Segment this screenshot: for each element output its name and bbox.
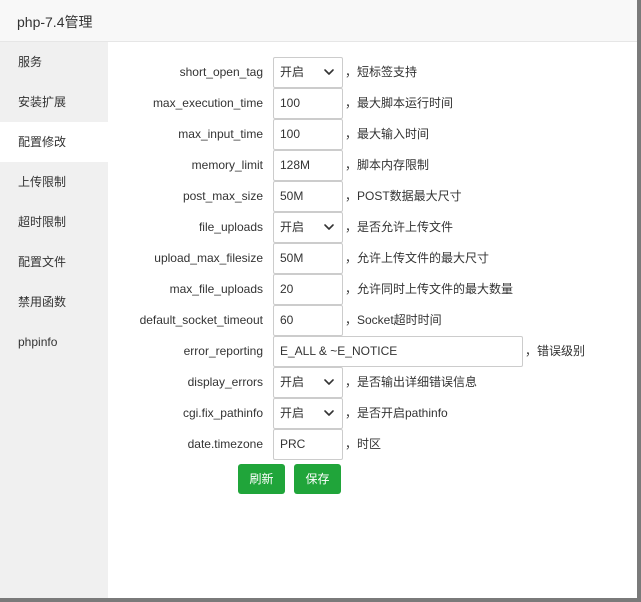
- setting-input[interactable]: 100: [273, 119, 343, 150]
- setting-description: ，POST数据最大尺寸: [345, 189, 462, 203]
- sidebar: 服务 安装扩展 配置修改 上传限制 超时限制 配置文件 禁用函数 phpinfo: [0, 42, 108, 598]
- setting-row-cgi-fix-pathinfo: cgi.fix_pathinfo 开启 ，是否开启pathinfo: [108, 398, 637, 429]
- setting-label: file_uploads: [198, 220, 263, 234]
- dialog-title: php-7.4管理: [17, 14, 93, 30]
- setting-label: post_max_size: [182, 189, 263, 203]
- setting-label: max_file_uploads: [169, 282, 263, 296]
- setting-row-default-socket-timeout: default_socket_timeout 60 ，Socket超时时间: [108, 305, 637, 336]
- setting-value: 100: [280, 127, 301, 141]
- setting-label: error_reporting: [183, 344, 263, 358]
- save-button[interactable]: 保存: [294, 464, 341, 494]
- setting-input[interactable]: 100: [273, 88, 343, 119]
- setting-value: 100: [280, 96, 301, 110]
- setting-label: default_socket_timeout: [139, 313, 263, 327]
- php-settings-dialog: php-7.4管理 服务 安装扩展 配置修改 上传限制 超时限制 配置文件 禁用…: [0, 0, 637, 598]
- setting-label: max_execution_time: [152, 96, 263, 110]
- setting-input[interactable]: 128M: [273, 150, 343, 181]
- setting-row-display-errors: display_errors 开启 ，是否输出详细错误信息: [108, 367, 637, 398]
- setting-row-memory-limit: memory_limit 128M ，脚本内存限制: [108, 150, 637, 181]
- chevron-down-icon: [324, 69, 334, 75]
- setting-description: ，时区: [345, 437, 382, 451]
- setting-value: 128M: [280, 158, 311, 172]
- setting-row-error-reporting: error_reporting E_ALL & ~E_NOTICE ，错误级别: [108, 336, 637, 367]
- setting-description: ，最大脚本运行时间: [345, 96, 454, 110]
- setting-row-short-open-tag: short_open_tag 开启 ，短标签支持: [108, 57, 637, 88]
- setting-description: ，是否开启pathinfo: [345, 406, 448, 420]
- setting-value: PRC: [280, 437, 306, 451]
- setting-row-max-input-time: max_input_time 100 ，最大输入时间: [108, 119, 637, 150]
- sidebar-item-disabled-functions[interactable]: 禁用函数: [0, 282, 108, 322]
- setting-label: upload_max_filesize: [154, 251, 263, 265]
- sidebar-item-install-extensions[interactable]: 安装扩展: [0, 82, 108, 122]
- setting-label: cgi.fix_pathinfo: [182, 406, 263, 420]
- sidebar-item-timeout-limit[interactable]: 超时限制: [0, 202, 108, 242]
- chevron-down-icon: [324, 410, 334, 416]
- setting-row-max-file-uploads: max_file_uploads 20 ，允许同时上传文件的最大数量: [108, 274, 637, 305]
- setting-value: 开启: [280, 375, 305, 389]
- setting-value: 开启: [280, 220, 305, 234]
- sidebar-item-config-file[interactable]: 配置文件: [0, 242, 108, 282]
- setting-description: ，最大输入时间: [345, 127, 430, 141]
- setting-value: 50M: [280, 251, 304, 265]
- chevron-down-icon: [324, 379, 334, 385]
- setting-label: max_input_time: [178, 127, 263, 141]
- setting-row-upload-max-filesize: upload_max_filesize 50M ，允许上传文件的最大尺寸: [108, 243, 637, 274]
- setting-label: date.timezone: [187, 437, 263, 451]
- setting-label: display_errors: [187, 375, 263, 389]
- setting-value: 50M: [280, 189, 304, 203]
- setting-value: 开启: [280, 65, 305, 79]
- setting-description: ，允许上传文件的最大尺寸: [345, 251, 490, 265]
- dialog-shadow-bottom: [0, 598, 641, 602]
- refresh-button[interactable]: 刷新: [238, 464, 285, 494]
- setting-description: ，错误级别: [525, 344, 586, 358]
- title-bar[interactable]: php-7.4管理: [0, 0, 637, 42]
- sidebar-item-upload-limit[interactable]: 上传限制: [0, 162, 108, 202]
- setting-value: E_ALL & ~E_NOTICE: [280, 344, 398, 358]
- setting-description: ，允许同时上传文件的最大数量: [345, 282, 514, 296]
- setting-label: memory_limit: [191, 158, 263, 172]
- setting-row-file-uploads: file_uploads 开启 ，是否允许上传文件: [108, 212, 637, 243]
- setting-input[interactable]: PRC: [273, 429, 343, 460]
- setting-input[interactable]: 50M: [273, 243, 343, 274]
- setting-select[interactable]: 开启: [273, 212, 343, 243]
- setting-row-post-max-size: post_max_size 50M ，POST数据最大尺寸: [108, 181, 637, 212]
- setting-description: ，脚本内存限制: [345, 158, 430, 172]
- setting-row-max-execution-time: max_execution_time 100 ，最大脚本运行时间: [108, 88, 637, 119]
- setting-description: ，是否输出详细错误信息: [345, 375, 478, 389]
- setting-description: ，是否允许上传文件: [345, 220, 454, 234]
- sidebar-item-phpinfo[interactable]: phpinfo: [0, 322, 108, 362]
- setting-value: 开启: [280, 406, 305, 420]
- setting-select[interactable]: 开启: [273, 367, 343, 398]
- setting-input[interactable]: 60: [273, 305, 343, 336]
- setting-input[interactable]: 50M: [273, 181, 343, 212]
- setting-input[interactable]: E_ALL & ~E_NOTICE: [273, 336, 523, 367]
- setting-value: 60: [280, 313, 294, 327]
- setting-description: ，短标签支持: [345, 65, 418, 79]
- setting-input[interactable]: 20: [273, 274, 343, 305]
- setting-row-date-timezone: date.timezone PRC ，时区: [108, 429, 637, 460]
- setting-description: ，Socket超时时间: [345, 313, 442, 327]
- setting-select[interactable]: 开启: [273, 398, 343, 429]
- sidebar-item-service[interactable]: 服务: [0, 42, 108, 82]
- setting-label: short_open_tag: [179, 65, 263, 79]
- settings-panel: short_open_tag 开启 ，短标签支持 max_execution_time…: [108, 42, 637, 598]
- dialog-shadow-right: [637, 0, 641, 602]
- setting-select[interactable]: 开启: [273, 57, 343, 88]
- sidebar-item-config-edit[interactable]: 配置修改: [0, 122, 108, 162]
- setting-value: 20: [280, 282, 294, 296]
- chevron-down-icon: [324, 224, 334, 230]
